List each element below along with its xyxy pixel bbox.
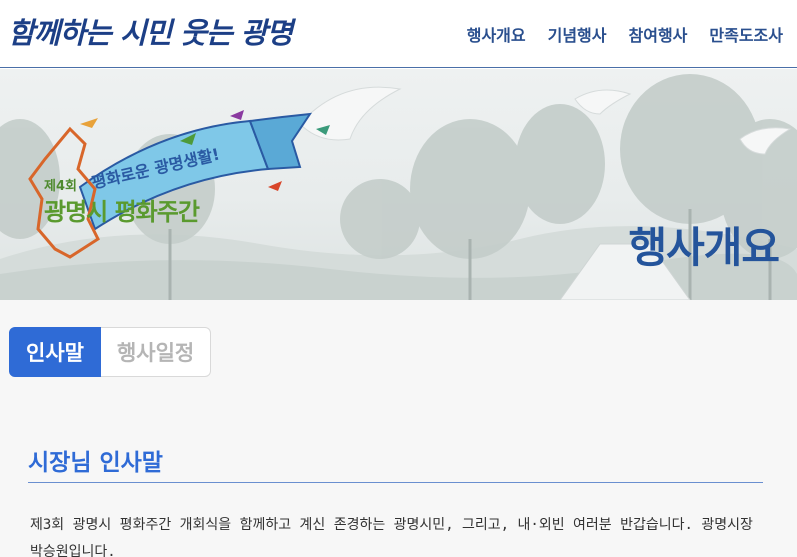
tab-greeting[interactable]: 인사말: [9, 327, 101, 377]
main-nav: 행사개요 기념행사 참여행사 만족도조사: [467, 22, 783, 46]
nav-item-participation[interactable]: 참여행사: [629, 22, 688, 46]
site-logo[interactable]: 함께하는 시민 웃는 광명: [8, 10, 293, 52]
tab-bar: 인사말 행사일정: [9, 327, 212, 377]
nav-item-overview[interactable]: 행사개요: [467, 22, 526, 46]
nav-item-ceremony[interactable]: 기념행사: [548, 22, 607, 46]
nav-item-survey[interactable]: 만족도조사: [709, 22, 783, 46]
event-name: 광명시 평화주간: [44, 198, 200, 226]
site-header: 함께하는 시민 웃는 광명 행사개요 기념행사 참여행사 만족도조사: [0, 0, 797, 68]
main-content: 인사말 행사일정 시장님 인사말 제3회 광명시 평화주간 개회식을 함께하고 …: [0, 300, 797, 557]
hero-banner: 평화로운 광명생활! 제4회 광명시 평화주간 행사개요: [0, 69, 797, 300]
section-title: 시장님 인사말: [28, 450, 163, 476]
tab-schedule[interactable]: 행사일정: [100, 327, 212, 377]
greeting-text: 제3회 광명시 평화주간 개회식을 함께하고 계신 존경하는 광명시민, 그리고…: [30, 517, 753, 557]
page-title: 행사개요: [628, 223, 780, 272]
section-divider: [28, 482, 763, 483]
